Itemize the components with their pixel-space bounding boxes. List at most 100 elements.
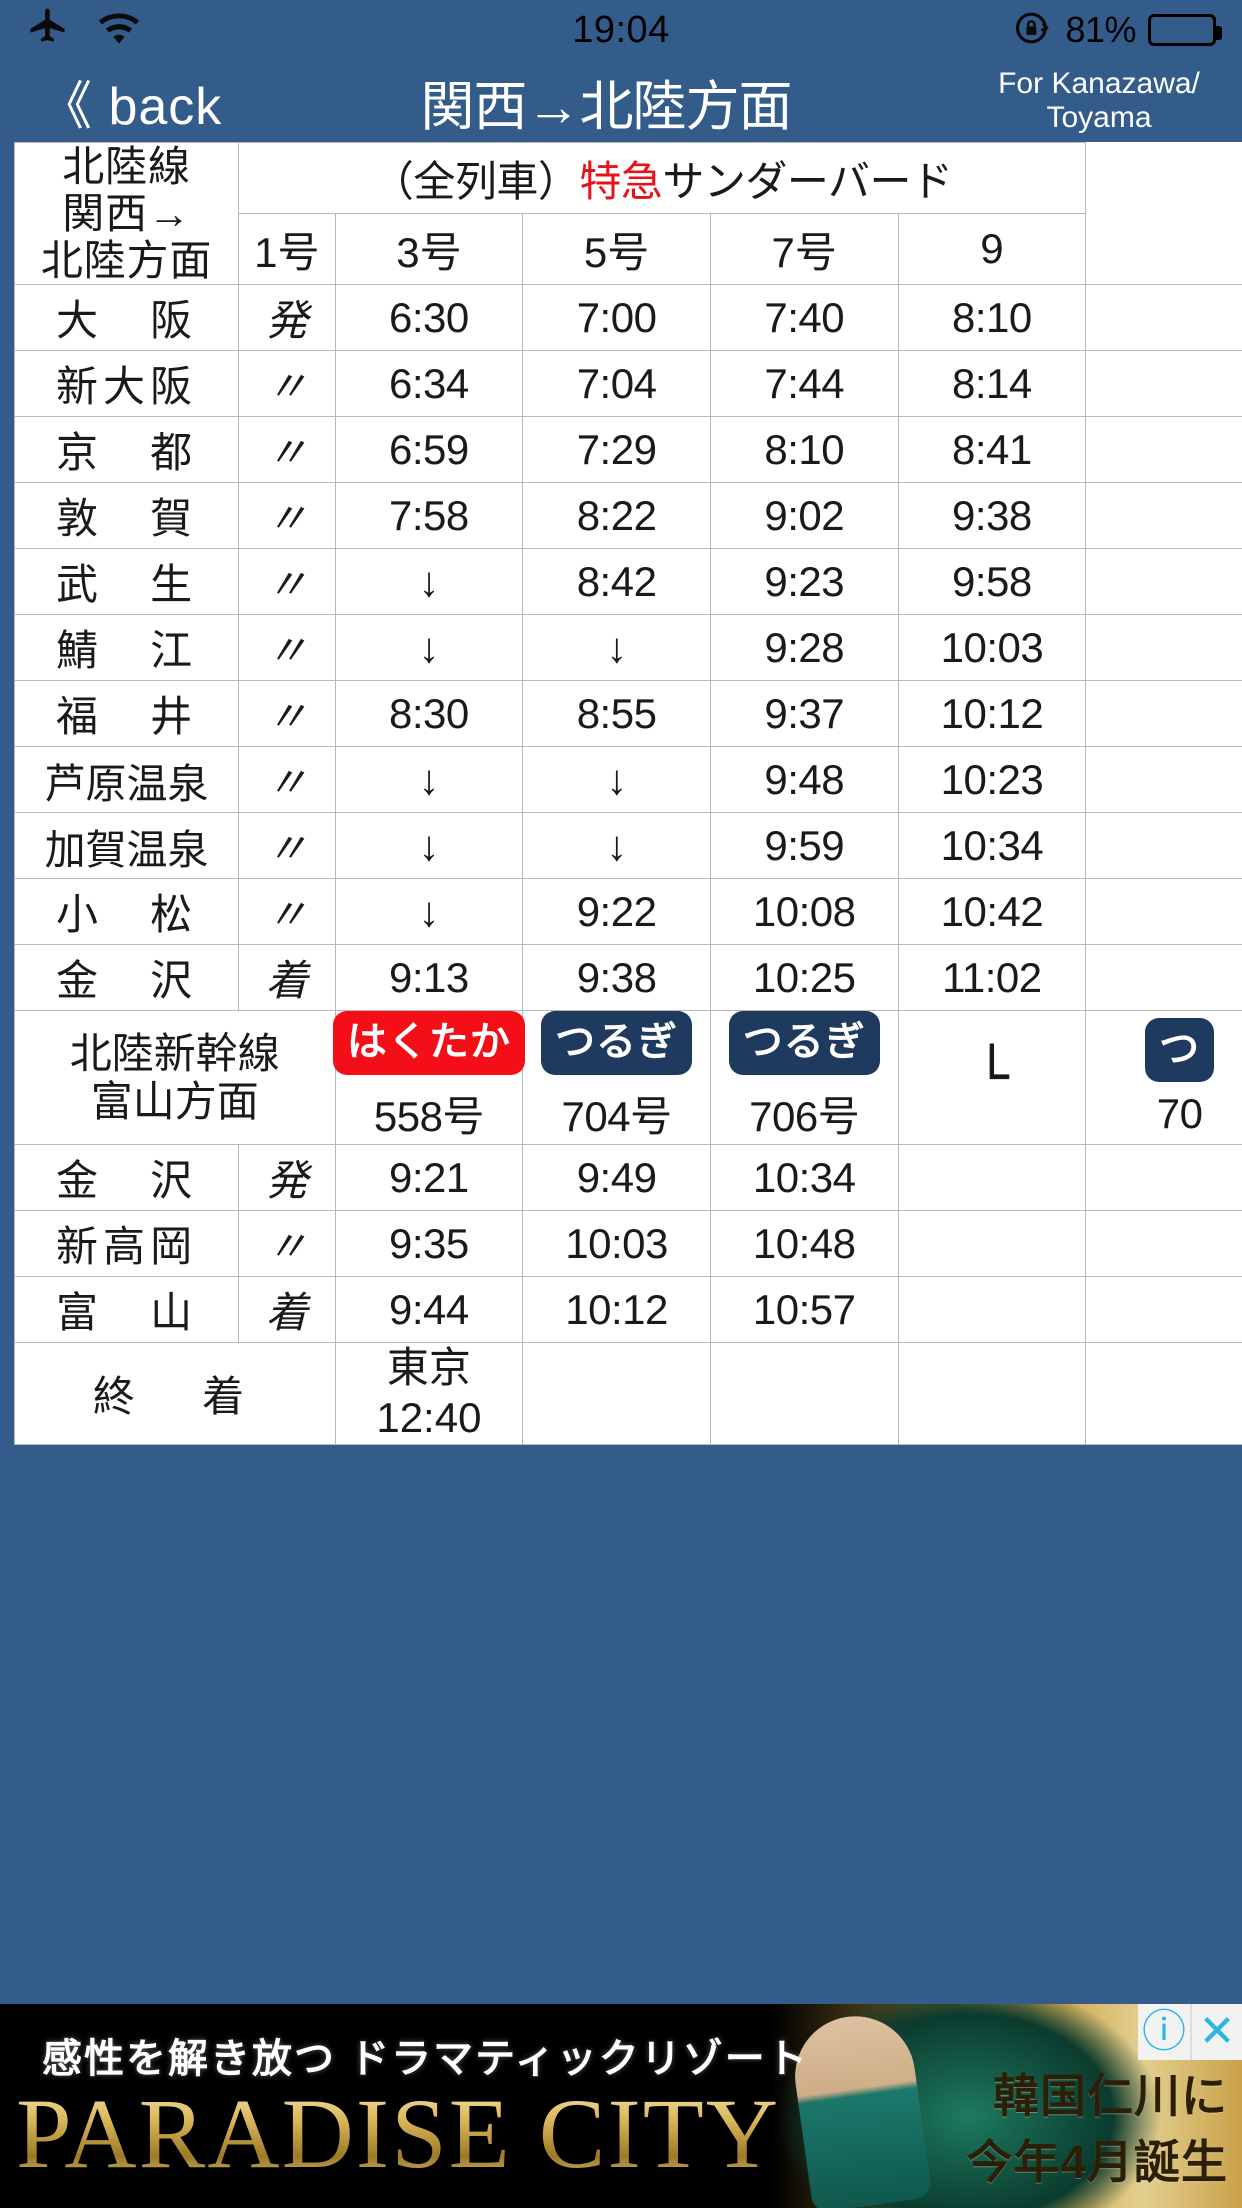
shinkansen-service-inner: つるぎ 706号 <box>711 1011 898 1144</box>
service-title-express-label: 特急 <box>579 157 663 205</box>
time-cell-1: 7:29 <box>522 416 711 484</box>
time-cell-0: 6:30 <box>334 284 524 352</box>
battery-icon <box>1148 14 1222 46</box>
timetable-scroll-container[interactable]: 北陸線 関西→ 北陸方面 （全列車）特急サンダーバード 1号 3号 5号 7号 9 大 阪発 6:3… <box>0 142 1242 2004</box>
corner-header-line-0: 北陸線 <box>62 143 191 190</box>
table-row: 敦 賀〃 7:58 8:22 9:02 9:38 <box>13 482 1242 550</box>
time-cell-1: 7:00 <box>522 284 711 352</box>
time-cell-1: 8:42 <box>522 548 711 616</box>
battery-percent-label: 81% <box>1065 9 1136 50</box>
time-cell-0: 8:30 <box>334 680 524 748</box>
station-name-cell: 大 阪 <box>13 284 240 352</box>
station-mark-cell: 〃 <box>238 812 336 880</box>
table-row: 芦原温泉〃 ↓ ↓ 9:48 10:23 <box>13 746 1242 814</box>
time-cell-3: 9:38 <box>897 482 1087 550</box>
time-cell-4 <box>1085 1210 1242 1278</box>
status-bar: 19:04 81% <box>0 0 1242 60</box>
terminus-label: 終 着 <box>14 1342 336 1445</box>
shinkansen-section-label: 北陸新幹線 富山方面 <box>14 1010 336 1146</box>
station-mark-cell: 〃 <box>238 680 336 748</box>
time-cell-3 <box>897 1210 1087 1278</box>
train-number-header-1[interactable]: 3号 <box>334 213 524 286</box>
nav-bar: 《 back 関西→北陸方面 For Kanazawa/ Toyama <box>0 60 1242 142</box>
time-cell-0: ↓ <box>334 548 524 616</box>
time-cell-0: 9:21 <box>334 1144 524 1212</box>
time-cell-4 <box>1085 1144 1242 1212</box>
station-mark-cell: 〃 <box>238 482 336 550</box>
table-row: 武 生〃 ↓ 8:42 9:23 9:58 <box>13 548 1242 616</box>
service-title: （全列車）特急サンダーバード <box>238 142 1087 215</box>
time-cell-4 <box>1085 482 1242 550</box>
shinkansen-service-cell-3[interactable]: └ <box>897 1010 1087 1146</box>
station-name-cell: 小 松 <box>13 878 240 946</box>
timetable-header-row: 北陸線 関西→ 北陸方面 （全列車）特急サンダーバード <box>13 142 1242 286</box>
time-cell-4 <box>1085 746 1242 814</box>
ad-info-icon[interactable]: ⓘ <box>1138 2004 1190 2060</box>
time-cell-4 <box>1085 350 1242 418</box>
table-row: 加賀温泉〃 ↓ ↓ 9:59 10:34 <box>13 812 1242 880</box>
time-cell-1: 8:55 <box>522 680 711 748</box>
time-cell-0: ↓ <box>334 614 524 682</box>
time-cell-2: 10:34 <box>709 1144 899 1212</box>
rotation-lock-icon <box>1013 8 1053 53</box>
ad-right-line1: 韓国仁川に <box>993 2070 1228 2122</box>
terminus-time: 12:40 <box>376 1394 482 1442</box>
time-cell-1: 9:49 <box>522 1144 711 1212</box>
train-name-badge: つるぎ <box>728 1011 880 1076</box>
time-cell-3: 10:12 <box>897 680 1087 748</box>
time-cell-2: 10:08 <box>709 878 899 946</box>
time-cell-2: 10:57 <box>709 1276 899 1344</box>
time-cell-1: ↓ <box>522 746 711 814</box>
time-cell-3 <box>897 1276 1087 1344</box>
shinkansen-service-cell-4[interactable]: つ 70 <box>1085 1010 1242 1146</box>
shinkansen-service-cell-1[interactable]: つるぎ 704号 <box>522 1010 711 1146</box>
train-number-header-2[interactable]: 5号 <box>522 213 711 286</box>
time-cell-3: 10:42 <box>897 878 1087 946</box>
table-row: 福 井〃 8:30 8:55 9:37 10:12 <box>13 680 1242 748</box>
ad-brand: PARADISE CITY <box>16 2078 781 2189</box>
terminus-station: 東京 <box>386 1344 471 1392</box>
time-cell-2: 9:28 <box>709 614 899 682</box>
shinkansen-service-inner: はくたか 558号 <box>332 1011 525 1144</box>
ad-banner[interactable]: 感性を解き放つ ドラマティックリゾート PARADISE CITY 韓国仁川に … <box>0 2004 1242 2208</box>
time-cell-2: 9:02 <box>709 482 899 550</box>
station-name-cell: 武 生 <box>13 548 240 616</box>
terminus-cell-1 <box>522 1342 711 1445</box>
station-mark-cell: 〃 <box>238 746 336 814</box>
time-cell-0: ↓ <box>334 812 524 880</box>
train-number-header-4[interactable]: 9 <box>897 213 1087 286</box>
shinkansen-service-inner: └ <box>899 1011 1086 1144</box>
table-row: 鯖 江〃 ↓ ↓ 9:28 10:03 <box>13 614 1242 682</box>
time-cell-1: 10:12 <box>522 1276 711 1344</box>
station-mark-cell: 着 <box>238 944 336 1012</box>
time-cell-4 <box>1085 284 1242 352</box>
shinkansen-service-cell-2[interactable]: つるぎ 706号 <box>709 1010 899 1146</box>
ad-close-icon[interactable]: ✕ <box>1190 2004 1242 2060</box>
time-cell-2: 9:59 <box>709 812 899 880</box>
station-mark-cell: 〃 <box>238 878 336 946</box>
station-name-cell: 金 沢 <box>13 1144 240 1212</box>
time-cell-1: ↓ <box>522 614 711 682</box>
time-cell-0: ↓ <box>334 878 524 946</box>
station-name-cell: 金 沢 <box>13 944 240 1012</box>
time-cell-2: 7:40 <box>709 284 899 352</box>
train-number-label: 704号 <box>561 1093 673 1141</box>
train-number-label: 558号 <box>373 1093 485 1141</box>
shinkansen-service-inner: つ 70 <box>1086 1011 1242 1144</box>
station-mark-cell: 〃 <box>238 416 336 484</box>
station-mark-cell: 発 <box>238 284 336 352</box>
timetable: 北陸線 関西→ 北陸方面 （全列車）特急サンダーバード 1号 3号 5号 7号 9 大 阪発 6:3… <box>13 142 1242 1445</box>
timetable-corner-header: 北陸線 関西→ 北陸方面 <box>13 142 240 286</box>
train-number-header-0[interactable]: 1号 <box>238 213 336 286</box>
station-mark-cell: 〃 <box>238 548 336 616</box>
station-mark-cell: 着 <box>238 1276 336 1344</box>
shinkansen-service-cell-0[interactable]: はくたか 558号 <box>332 1010 525 1146</box>
shinkansen-service-inner: つるぎ 704号 <box>523 1011 710 1144</box>
time-cell-3: 8:10 <box>897 284 1087 352</box>
station-name-cell: 新高岡 <box>13 1210 240 1278</box>
time-cell-1: 9:22 <box>522 878 711 946</box>
train-number-header-3[interactable]: 7号 <box>709 213 899 286</box>
station-mark-cell: 発 <box>238 1144 336 1212</box>
time-cell-2: 9:23 <box>709 548 899 616</box>
service-title-prefix: （全列車） <box>371 157 580 205</box>
